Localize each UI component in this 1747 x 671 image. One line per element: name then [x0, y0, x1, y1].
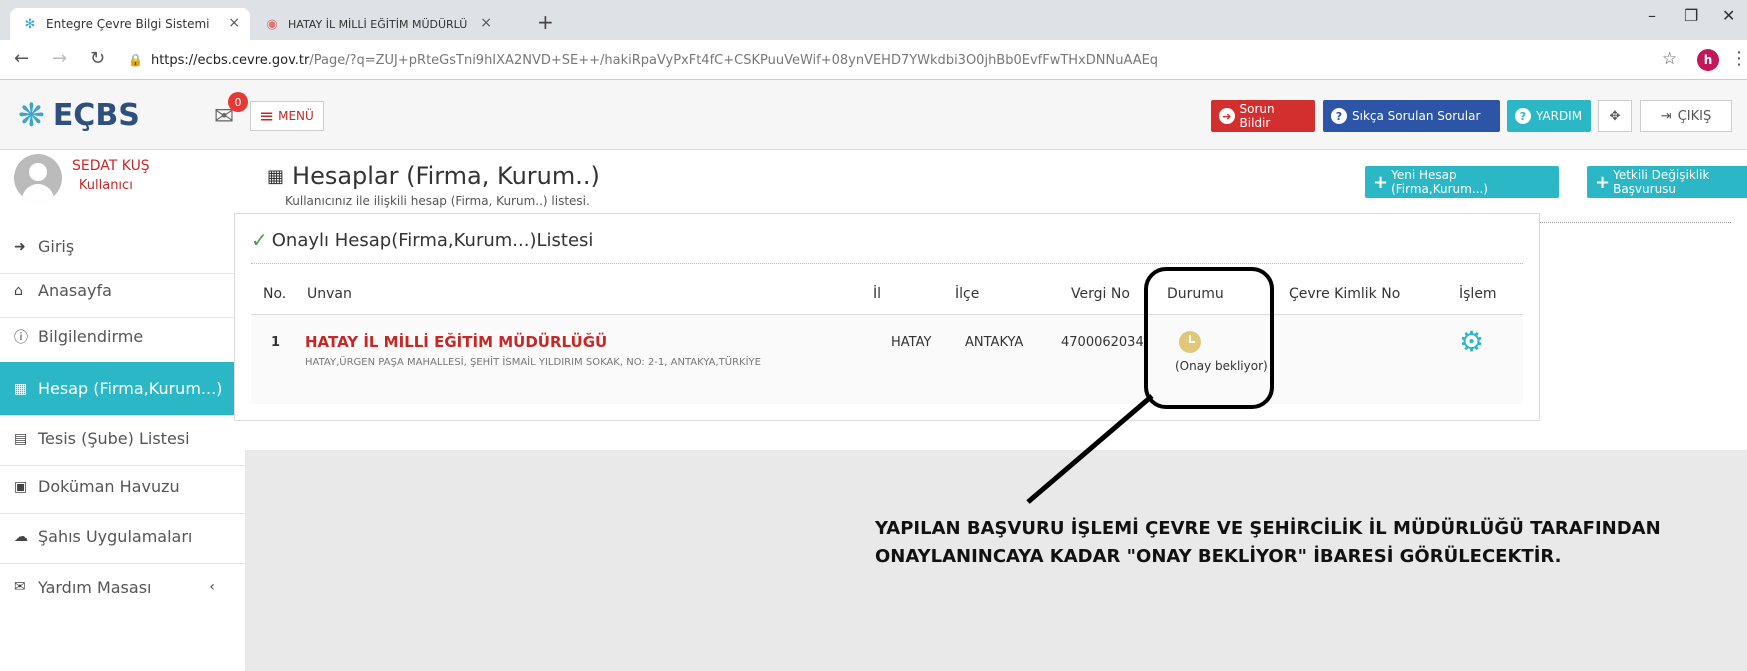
annotation-line-2: ONAYLANINCAYA KADAR "ONAY BEKLİYOR" İBAR…: [875, 546, 1562, 567]
annotation-text: YAPILAN BAŞVURU İŞLEMİ ÇEVRE VE ŞEHİRCİL…: [875, 515, 1661, 571]
annotation-pointer-line: [1026, 394, 1154, 504]
annotation-line-1: YAPILAN BAŞVURU İŞLEMİ ÇEVRE VE ŞEHİRCİL…: [875, 518, 1661, 539]
